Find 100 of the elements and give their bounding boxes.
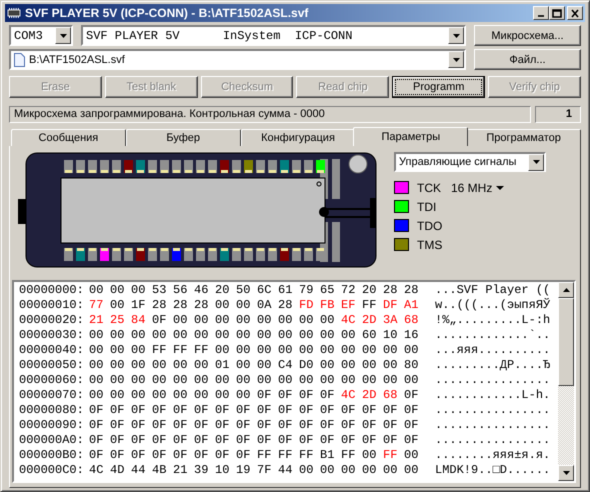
frequency-dropdown[interactable]: 16 MHz [451, 180, 504, 194]
hex-byte: 0F [236, 403, 252, 418]
hex-byte: FF [341, 448, 356, 463]
hex-byte: 44 [278, 463, 294, 478]
tab[interactable]: Программатор [466, 129, 581, 146]
hex-byte: 00 [362, 448, 378, 463]
hex-byte: 10 [215, 463, 230, 478]
hex-byte: 00 [236, 343, 252, 358]
hex-byte: 28 [278, 298, 294, 313]
hex-byte: 0F [404, 388, 420, 403]
hex-byte: 0F [362, 433, 378, 448]
chip-icon [7, 8, 21, 18]
hex-byte: 10 [383, 328, 398, 343]
hex-byte: 00 [215, 298, 230, 313]
hex-byte: 0F [194, 448, 210, 463]
hex-byte: 00 [173, 328, 188, 343]
dropdown-button[interactable] [448, 27, 464, 44]
hex-byte: 0F [341, 433, 356, 448]
hex-byte: 0F [320, 418, 336, 433]
hex-byte: 00 [215, 313, 230, 328]
hex-byte: 00 [278, 328, 294, 343]
hex-byte: 00 [131, 373, 146, 388]
hex-byte: 0F [299, 388, 314, 403]
file-button[interactable]: Файл... [474, 49, 581, 70]
hex-byte: 00 [152, 373, 168, 388]
hex-ascii: ................ [435, 418, 550, 433]
dropdown-button[interactable] [55, 27, 71, 44]
hex-byte: 0F [173, 403, 188, 418]
down-arrow-icon [562, 471, 570, 475]
dropdown-button[interactable] [528, 154, 544, 170]
hex-byte: 20 [362, 283, 378, 298]
caret-icon [452, 34, 460, 38]
hex-byte: FF [383, 448, 398, 463]
tab[interactable]: Сообщения [11, 129, 126, 146]
dropdown-button[interactable] [448, 51, 464, 68]
scroll-up-button[interactable] [558, 282, 574, 298]
hex-byte: 00 [131, 388, 146, 403]
hex-byte: 00 [131, 358, 146, 373]
signal-label: TMS [417, 238, 443, 252]
hex-byte: 46 [194, 283, 210, 298]
hex-byte: 00 [362, 373, 378, 388]
signal-label: TDO [417, 218, 443, 232]
hex-byte: 00 [341, 328, 356, 343]
hex-byte: 0F [362, 418, 378, 433]
hex-byte: 00 [194, 373, 210, 388]
hex-byte: D0 [299, 358, 314, 373]
hex-byte: 0F [236, 418, 252, 433]
tab[interactable]: Конфигурация [240, 129, 356, 146]
hex-byte: 00 [236, 388, 252, 403]
hex-byte: A1 [404, 298, 420, 313]
hex-offset: 000000C0: [19, 463, 85, 478]
hex-byte: 28 [404, 283, 420, 298]
scroll-down-button[interactable] [558, 465, 574, 481]
hex-byte: 00 [257, 373, 272, 388]
hex-byte: 0F [257, 388, 272, 403]
scroll-thumb[interactable] [558, 298, 574, 386]
hex-byte: 0F [152, 448, 168, 463]
maximize-button[interactable] [549, 6, 565, 20]
hex-byte: 00 [278, 373, 294, 388]
minimize-button[interactable] [533, 6, 549, 20]
hex-offset: 00000070: [19, 388, 85, 403]
hex-byte: 00 [131, 328, 146, 343]
hex-byte: 0F [404, 433, 420, 448]
hex-byte: 00 [131, 283, 146, 298]
action-button[interactable]: Programm [392, 76, 486, 98]
hex-ascii: !%„.........L-:h [435, 313, 550, 328]
caret-icon [60, 34, 66, 38]
file-dropdown[interactable]: B:\ATF1502ASL.svf [9, 49, 466, 70]
hex-byte: 0F [194, 403, 210, 418]
hex-byte: 00 [215, 343, 230, 358]
hex-byte: 00 [341, 373, 356, 388]
hex-byte: 00 [194, 328, 210, 343]
hex-byte: 00 [236, 358, 252, 373]
hex-byte: 00 [257, 328, 272, 343]
maximize-icon [552, 8, 562, 18]
hex-byte: 0F [278, 433, 294, 448]
hex-offset: 00000080: [19, 403, 85, 418]
hex-byte: 0F [131, 433, 146, 448]
close-button[interactable] [567, 6, 583, 20]
hex-byte: 00 [236, 328, 252, 343]
hex-byte: FB [320, 298, 336, 313]
hex-byte: 68 [383, 388, 398, 403]
hex-ascii: ...SVF Player (( [435, 283, 550, 298]
hex-byte: 0F [152, 313, 168, 328]
hex-byte: 00 [110, 298, 126, 313]
tab[interactable]: Буфер [126, 129, 241, 146]
hex-byte: 60 [362, 328, 378, 343]
port-dropdown[interactable]: COM3 [9, 25, 73, 46]
chip-button[interactable]: Микросхема... [474, 25, 581, 46]
device-dropdown[interactable]: SVF PLAYER 5V InSystem ICP-CONN [81, 25, 466, 46]
hex-byte: 0F [299, 403, 314, 418]
hex-byte: 0F [194, 418, 210, 433]
hex-byte: FF [152, 343, 168, 358]
hex-offset: 000000B0: [19, 448, 85, 463]
hex-offset: 00000010: [19, 298, 85, 313]
tab[interactable]: Параметры [353, 127, 468, 146]
hex-byte: 00 [131, 343, 146, 358]
hex-ascii: w..(((...(эыпяЯЎ [435, 298, 550, 313]
hex-byte: 00 [362, 358, 378, 373]
signal-dropdown[interactable]: Управляющие сигналы [394, 152, 546, 172]
